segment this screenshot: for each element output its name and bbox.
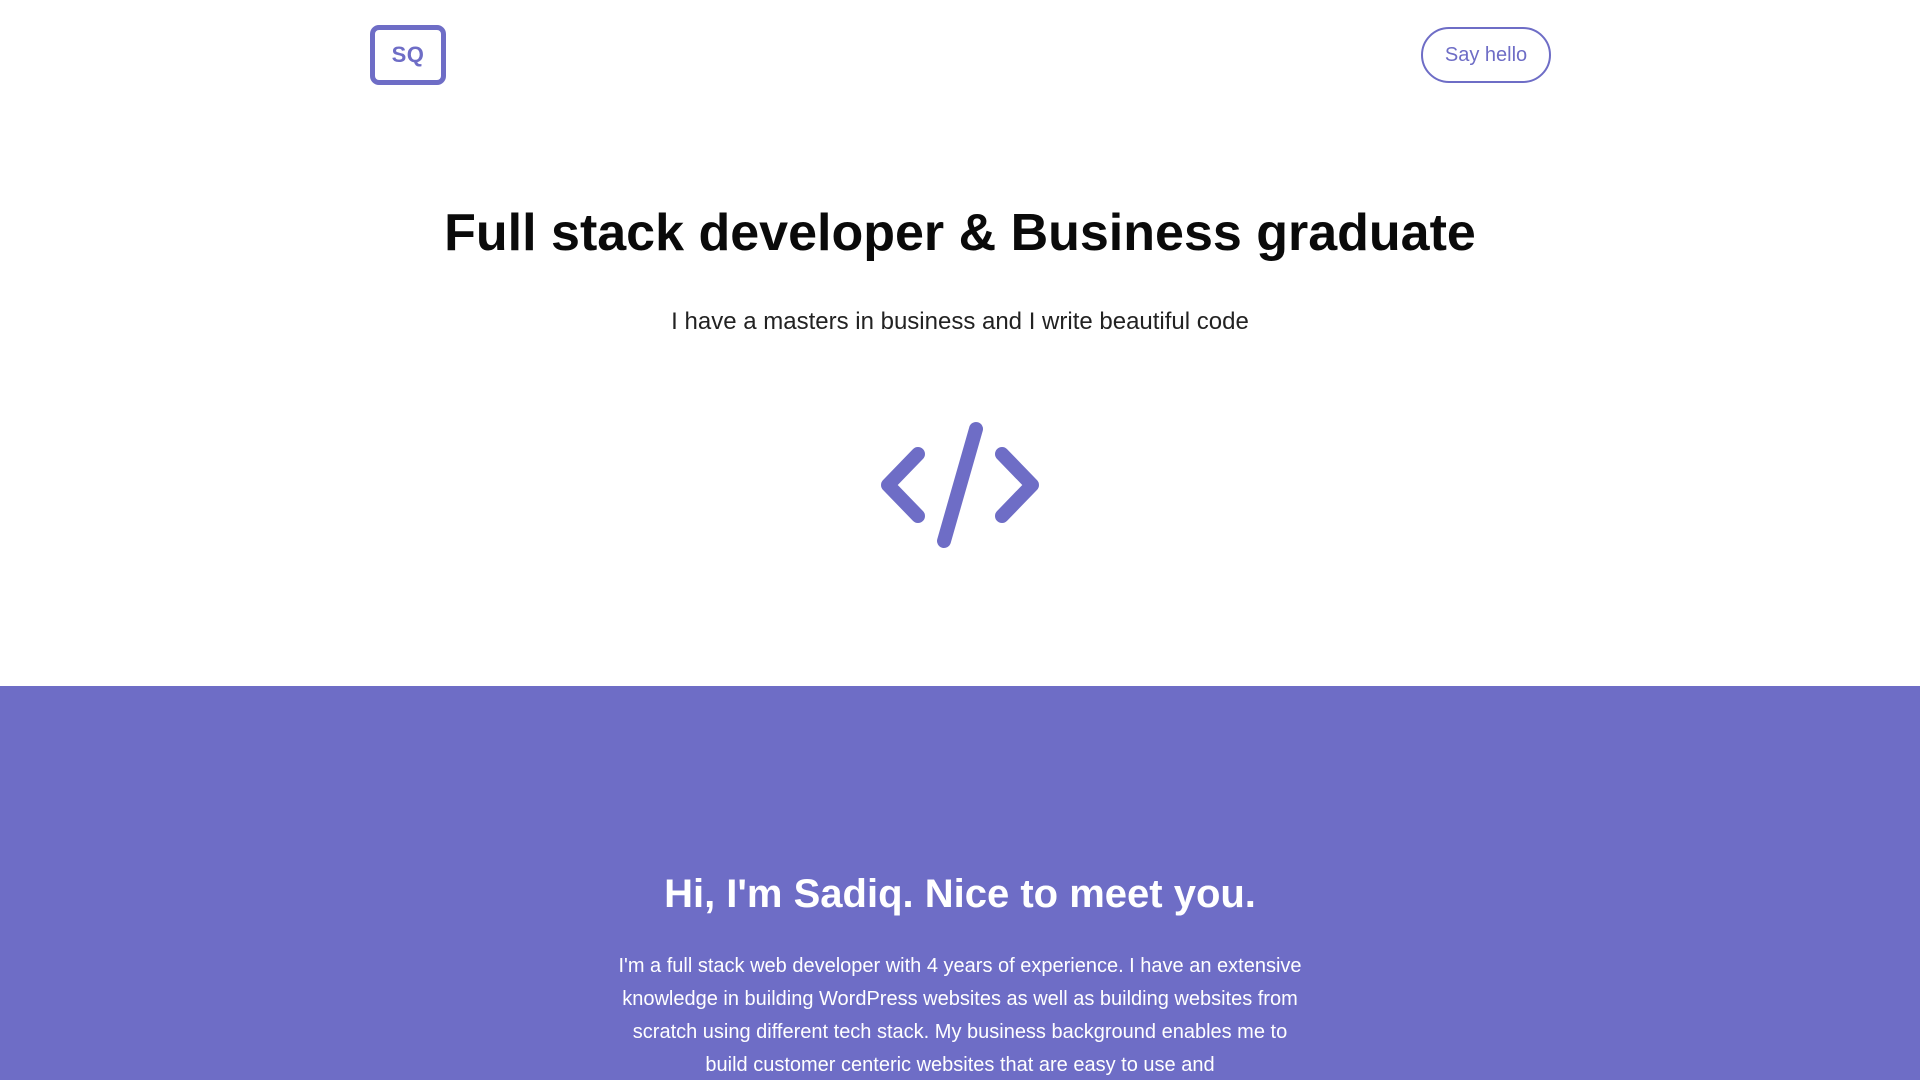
site-header: SQ Say hello <box>0 0 1920 112</box>
about-text: I'm a full stack web developer with 4 ye… <box>618 955 1302 1076</box>
hero-title: Full stack developer & Business graduate <box>444 204 1476 262</box>
say-hello-button[interactable]: Say hello <box>1421 27 1551 83</box>
code-icon <box>881 422 1039 548</box>
hero-subtitle: I have a masters in business and I write… <box>671 308 1249 335</box>
page: SQ Say hello Full stack developer & Busi… <box>0 0 1920 1080</box>
logo[interactable]: SQ <box>370 25 446 85</box>
about-title: Hi, I'm Sadiq. Nice to meet you. <box>664 872 1256 916</box>
about-section: Hi, I'm Sadiq. Nice to meet you. I'm a f… <box>0 686 1920 1080</box>
